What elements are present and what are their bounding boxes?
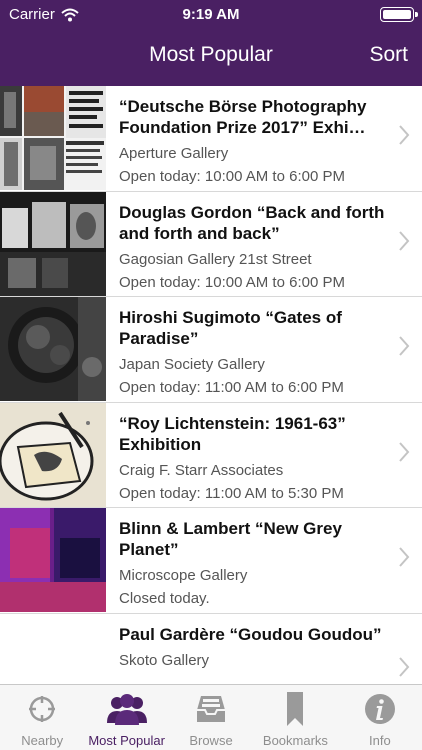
exhibition-thumbnail xyxy=(0,508,106,612)
tab-browse[interactable]: Browse xyxy=(169,685,253,750)
chevron-right-icon xyxy=(399,547,410,567)
exhibition-hours: Open today: 10:00 AM to 6:00 PM xyxy=(119,168,345,185)
tab-most-popular[interactable]: Most Popular xyxy=(84,685,168,750)
list-item[interactable]: Blinn & Lambert “New Grey Planet” Micros… xyxy=(0,508,422,614)
tab-bar: Nearby Most Popular Browse Bookmarks Inf… xyxy=(0,684,422,750)
crosshair-icon xyxy=(29,696,56,722)
exhibition-title: “Deutsche Börse Photography Foundation P… xyxy=(119,97,367,137)
exhibition-title: Blinn & Lambert “New Grey Planet” xyxy=(119,519,342,559)
tray-icon xyxy=(197,696,226,722)
exhibition-thumbnail xyxy=(0,613,106,684)
list-item[interactable]: “Roy Lichtenstein: 1961-63” Exhibition C… xyxy=(0,402,422,508)
tab-bookmarks[interactable]: Bookmarks xyxy=(253,685,337,750)
info-icon xyxy=(364,694,395,724)
exhibition-gallery: Japan Society Gallery xyxy=(119,356,265,373)
exhibition-hours: Open today: 10:00 AM to 6:00 PM xyxy=(119,273,345,291)
exhibition-thumbnail xyxy=(0,191,106,296)
chevron-right-icon xyxy=(399,441,410,462)
list-item[interactable]: Paul Gardère “Goudou Goudou” Skoto Galle… xyxy=(0,613,422,684)
battery-icon xyxy=(380,7,418,22)
exhibition-thumbnail xyxy=(0,86,106,190)
bookmark-icon xyxy=(287,692,304,726)
sort-button[interactable]: Sort xyxy=(369,43,408,67)
exhibition-hours: Open today: 11:00 AM to 6:00 PM xyxy=(119,379,344,396)
exhibition-thumbnail xyxy=(0,402,106,507)
exhibition-title: “Roy Lichtenstein: 1961-63” Exhibition xyxy=(119,413,346,454)
people-icon xyxy=(106,694,147,725)
header: Carrier 9:19 AM Most Popular Sort xyxy=(0,0,422,86)
exhibition-hours: Closed today. xyxy=(119,590,210,607)
exhibition-gallery: Gagosian Gallery 21st Street xyxy=(119,250,312,268)
exhibition-hours: Open today: 11:00 AM to 5:30 PM xyxy=(119,484,344,502)
chevron-right-icon xyxy=(399,230,410,251)
page-title: Most Popular xyxy=(149,43,273,66)
list-item[interactable]: “Deutsche Börse Photography Foundation P… xyxy=(0,86,422,192)
exhibition-thumbnail xyxy=(0,297,106,401)
tab-label: Bookmarks xyxy=(262,733,328,748)
exhibition-title: Paul Gardère “Goudou Goudou” xyxy=(119,624,382,644)
exhibition-gallery: Aperture Gallery xyxy=(119,145,229,162)
exhibition-gallery: Skoto Gallery xyxy=(119,651,210,669)
chevron-right-icon xyxy=(399,656,410,677)
status-time: 9:19 AM xyxy=(182,6,240,23)
chevron-right-icon xyxy=(399,336,410,356)
tab-label: Most Popular xyxy=(88,733,165,748)
list-item[interactable]: Hiroshi Sugimoto “Gates of Paradise” Jap… xyxy=(0,297,422,403)
tab-nearby[interactable]: Nearby xyxy=(0,685,84,750)
list-item[interactable]: Douglas Gordon “Back and forth and forth… xyxy=(0,191,422,297)
exhibition-title: Douglas Gordon “Back and forth and forth… xyxy=(119,202,385,243)
exhibition-title: Hiroshi Sugimoto “Gates of Paradise” xyxy=(119,308,342,348)
chevron-right-icon xyxy=(399,125,410,145)
status-bar: Carrier 9:19 AM xyxy=(0,0,422,30)
exhibition-gallery: Craig F. Starr Associates xyxy=(119,461,284,479)
tab-label: Nearby xyxy=(21,733,64,748)
tab-info[interactable]: Info xyxy=(338,685,422,750)
exhibition-gallery: Microscope Gallery xyxy=(119,567,248,584)
tab-label: Browse xyxy=(189,733,233,748)
tab-label: Info xyxy=(368,733,391,748)
exhibition-list[interactable]: “Deutsche Börse Photography Foundation P… xyxy=(0,86,422,684)
